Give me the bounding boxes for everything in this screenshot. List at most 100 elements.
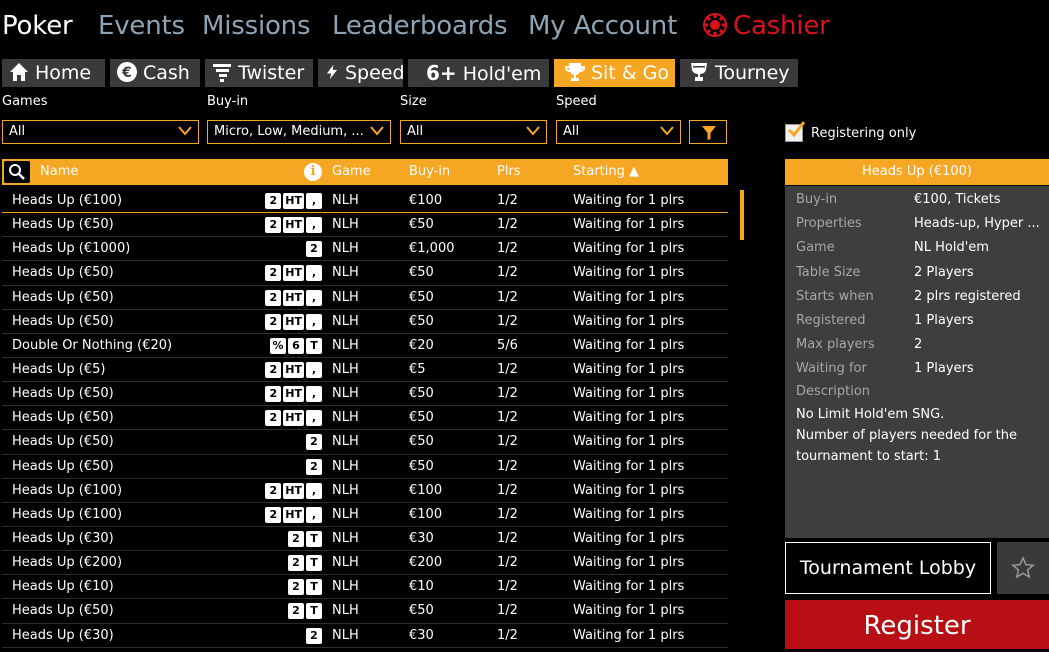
- property-badge: ,: [306, 289, 322, 306]
- table-row[interactable]: Heads Up (€50) NLH €50 1/2 Waiting for 1 plr…: [2, 310, 728, 334]
- buyin-select[interactable]: Micro, Low, Medium, ...: [207, 120, 391, 144]
- table-row[interactable]: Heads Up (€50) NLH €50 1/2 Waiting for 1 plr…: [2, 599, 728, 624]
- buyin-value: €100: [409, 506, 443, 522]
- buyin-value: €50: [409, 603, 434, 619]
- table-row[interactable]: Heads Up (€100) NLH €100 1/2 Waiting for 1 p…: [2, 189, 728, 214]
- players-count: 1/2: [497, 410, 518, 426]
- scrollbar-thumb[interactable]: [740, 190, 744, 240]
- table-row[interactable]: Heads Up (€200) NLH €200 1/2 Waiting for 1 p…: [2, 551, 728, 576]
- buyin-value: €10: [409, 579, 434, 595]
- buyin-value: €100: [409, 482, 443, 498]
- buyin-value: €50: [409, 313, 434, 329]
- buyin-value: €200: [409, 555, 443, 571]
- filter-button[interactable]: [689, 120, 727, 144]
- property-badge: HT: [283, 482, 304, 499]
- table-row[interactable]: Heads Up (€30) NLH €30 1/2 Waiting for 1 plr…: [2, 624, 728, 648]
- property-badge: 2: [306, 627, 322, 644]
- property-badge: ,: [306, 217, 322, 234]
- property-badge: 2: [265, 482, 282, 499]
- tab-home-label: Home: [35, 62, 92, 84]
- tab-tourney[interactable]: Tourney: [680, 59, 798, 87]
- property-badge: 2: [265, 193, 282, 209]
- table-row[interactable]: Heads Up (€50) NLH €50 1/2 Waiting for 1 plr…: [2, 261, 728, 286]
- info-icon[interactable]: i: [304, 163, 322, 181]
- players-count: 1/2: [497, 434, 518, 450]
- table-row[interactable]: Double Or Nothing (€20) NLH €20 5/6 Waiting …: [2, 334, 728, 358]
- property-badge: 2: [265, 265, 282, 282]
- tournament-lobby-button[interactable]: Tournament Lobby: [785, 542, 991, 594]
- detail-panel: Description No Limit Hold'em SNG. Number…: [785, 186, 1049, 538]
- nav-poker[interactable]: Poker: [2, 9, 73, 43]
- nav-cashier[interactable]: Cashier: [703, 9, 830, 43]
- table-row[interactable]: Heads Up (€50) NLH €50 1/2 Waiting for 1 plr…: [2, 213, 728, 238]
- detail-value: 1 Players: [914, 313, 974, 328]
- buyin-value: €30: [409, 530, 434, 546]
- table-row[interactable]: Heads Up (€50) NLH €50 1/2 Waiting for 1 plr…: [2, 455, 728, 479]
- game-type: NLH: [332, 193, 359, 208]
- table-row[interactable]: Heads Up (€1000) NLH €1,000 1/2 Waiting for …: [2, 237, 728, 262]
- column-plrs[interactable]: Plrs: [497, 164, 521, 179]
- detail-value: NL Hold'em: [914, 240, 989, 256]
- registering-only-checkbox[interactable]: [785, 121, 805, 142]
- tab-home[interactable]: Home: [2, 59, 105, 87]
- property-badges: 2 HT,: [265, 265, 322, 282]
- nav-events[interactable]: Events: [98, 9, 185, 43]
- players-count: 1/2: [497, 579, 518, 595]
- property-badge: ,: [306, 506, 322, 523]
- property-badge: ,: [306, 313, 322, 330]
- table-row[interactable]: Heads Up (€50) NLH €50 1/2 Waiting for 1 plr…: [2, 286, 728, 310]
- register-button[interactable]: Register: [785, 600, 1049, 649]
- column-game[interactable]: Game: [332, 164, 371, 179]
- tab-tourney-label: Tourney: [715, 62, 790, 84]
- tab-holdem[interactable]: 6+ Hold'em: [408, 59, 549, 87]
- tournament-name: Heads Up (€50): [12, 458, 114, 474]
- chevron-down-icon: [370, 126, 384, 136]
- tab-sit-and-go-label: Sit & Go: [591, 62, 670, 84]
- property-badge: T: [306, 603, 322, 620]
- property-badge: HT: [283, 386, 304, 403]
- nav-missions[interactable]: Missions: [202, 9, 311, 43]
- table-row[interactable]: Heads Up (€50) NLH €50 1/2 Waiting for 1 plr…: [2, 382, 728, 407]
- table-row[interactable]: Heads Up (€50) NLH €50 1/2 Waiting for 1 plr…: [2, 406, 728, 431]
- tournament-name: Heads Up (€50): [12, 386, 114, 402]
- property-badge: HT: [283, 313, 304, 330]
- starting-status: Waiting for 1 plrs: [573, 313, 685, 329]
- detail-value: 2: [914, 337, 923, 353]
- games-select[interactable]: All: [2, 120, 199, 144]
- table-row[interactable]: Heads Up (€30) NLH €30 1/2 Waiting for 1 plr…: [2, 527, 728, 552]
- table-row[interactable]: Heads Up (€5) NLH €5 1/2 Waiting for 1 plrs 2…: [2, 358, 728, 383]
- euro-coin-icon: €: [117, 62, 137, 82]
- table-row[interactable]: Heads Up (€100) NLH €100 1/2 Waiting for 1 p…: [2, 479, 728, 503]
- property-badges: 2: [306, 458, 322, 475]
- nav-my-account[interactable]: My Account: [528, 9, 677, 43]
- tab-twister[interactable]: Twister: [205, 59, 313, 87]
- tab-speed[interactable]: Speed: [318, 59, 405, 87]
- players-count: 1/2: [497, 555, 518, 571]
- game-type: NLH: [332, 482, 359, 498]
- game-type: NLH: [332, 289, 359, 305]
- favorite-button[interactable]: [997, 542, 1049, 594]
- table-row[interactable]: Heads Up (€100) NLH €100 1/2 Waiting for 1 p…: [2, 503, 728, 527]
- column-starting[interactable]: Starting ▲: [573, 164, 639, 179]
- property-badges: 2: [306, 434, 322, 451]
- size-select[interactable]: All: [400, 120, 547, 144]
- players-count: 1/2: [497, 193, 518, 208]
- chevron-down-icon: [178, 126, 192, 136]
- starting-status: Waiting for 1 plrs: [573, 241, 685, 257]
- property-badges: 2T: [288, 579, 322, 596]
- detail-value: 1 Players: [914, 361, 974, 377]
- tab-cash[interactable]: € Cash: [110, 59, 200, 87]
- tournament-name: Heads Up (€50): [12, 265, 114, 281]
- property-badge: T: [306, 530, 322, 547]
- speed-select[interactable]: All: [556, 120, 681, 144]
- table-row[interactable]: Heads Up (€10) NLH €10 1/2 Waiting for 1 plr…: [2, 575, 728, 600]
- tab-sit-and-go[interactable]: Sit & Go: [554, 59, 675, 87]
- column-buyin[interactable]: Buy-in: [409, 164, 450, 179]
- column-name[interactable]: Name: [40, 164, 78, 179]
- table-search-button[interactable]: [4, 161, 30, 183]
- nav-leaderboards[interactable]: Leaderboards: [332, 9, 508, 43]
- cashier-chip-icon: [703, 13, 727, 37]
- property-badges: 2 HT,: [265, 313, 322, 330]
- speed-filter-label: Speed: [556, 94, 597, 109]
- table-row[interactable]: Heads Up (€50) NLH €50 1/2 Waiting for 1 plr…: [2, 430, 728, 455]
